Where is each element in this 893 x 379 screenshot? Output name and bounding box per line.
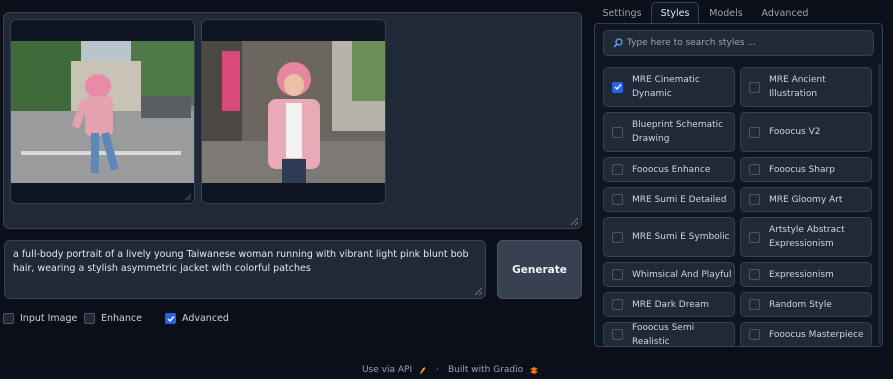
style-option[interactable]: Expressionism	[740, 262, 872, 287]
style-option[interactable]: Fooocus Sharp	[740, 157, 872, 182]
gallery-thumbnail-1[interactable]	[10, 19, 195, 204]
gradio-logo-icon	[530, 366, 539, 374]
style-label: Random Style	[769, 299, 832, 310]
style-option[interactable]: Artstyle Abstract Expressionism	[740, 217, 872, 257]
style-option[interactable]: Random Style	[740, 292, 872, 317]
check-icon	[167, 315, 175, 322]
tab-styles[interactable]: Styles	[651, 2, 699, 24]
enhance-checkbox[interactable]	[84, 313, 95, 324]
advanced-label: Advanced	[182, 313, 229, 324]
resize-handle-icon[interactable]	[474, 287, 483, 296]
style-checkbox[interactable]	[612, 299, 623, 310]
style-label: Expressionism	[769, 269, 834, 280]
style-checkbox[interactable]	[612, 81, 623, 93]
enhance-label: Enhance	[101, 313, 142, 324]
image-gallery	[3, 12, 582, 229]
style-option[interactable]: Fooocus Enhance	[603, 157, 735, 182]
style-option[interactable]: MRE Cinematic Dynamic	[603, 67, 735, 107]
gallery-thumbnail-2[interactable]	[201, 19, 386, 204]
rocket-icon	[420, 366, 426, 374]
use-via-api-link[interactable]: Use via API	[362, 365, 412, 375]
style-checkbox[interactable]	[749, 299, 760, 310]
style-option[interactable]: MRE Sumi E Detailed	[603, 187, 735, 212]
search-icon	[613, 38, 623, 48]
advanced-checkbox[interactable]	[165, 313, 176, 324]
style-checkbox[interactable]	[612, 164, 623, 175]
style-label: Fooocus Masterpiece	[769, 329, 864, 340]
advanced-option[interactable]: Advanced	[165, 313, 229, 324]
style-option[interactable]: Whimsical And Playful	[603, 262, 735, 287]
style-label: MRE Ancient Illustration	[769, 75, 826, 99]
style-label: Blueprint Schematic Drawing	[632, 120, 724, 144]
resize-handle-icon[interactable]	[570, 217, 579, 226]
style-checkbox[interactable]	[612, 269, 623, 280]
style-option[interactable]: Fooocus Semi Realistic	[603, 322, 735, 347]
style-checkbox[interactable]	[749, 81, 760, 93]
generated-image-2	[202, 41, 385, 183]
style-checkbox[interactable]	[749, 269, 760, 280]
prompt-input[interactable]: a full-body portrait of a lively young T…	[4, 240, 486, 299]
tab-models[interactable]: Models	[701, 2, 751, 24]
style-checkbox[interactable]	[612, 329, 623, 340]
style-label: MRE Dark Dream	[632, 299, 710, 310]
style-checkbox[interactable]	[749, 231, 760, 243]
style-label: Whimsical And Playful	[632, 269, 732, 280]
input-image-checkbox[interactable]	[3, 313, 14, 324]
style-label: Fooocus Sharp	[769, 164, 835, 175]
style-option[interactable]: Fooocus Masterpiece	[740, 322, 872, 346]
styles-panel: Type here to search styles ... MRE Cinem…	[594, 23, 883, 347]
style-checkbox[interactable]	[749, 194, 760, 205]
style-checkbox[interactable]	[612, 194, 623, 205]
style-checkbox[interactable]	[612, 231, 623, 243]
settings-tabs: Settings Styles Models Advanced	[595, 2, 893, 24]
style-option[interactable]: MRE Gloomy Art	[740, 187, 872, 212]
style-label: Fooocus Enhance	[632, 164, 711, 175]
prompt-text: a full-body portrait of a lively young T…	[13, 249, 469, 274]
tab-settings[interactable]: Settings	[595, 2, 649, 24]
style-search-placeholder: Type here to search styles ...	[627, 38, 757, 48]
style-checkbox[interactable]	[749, 126, 760, 138]
generate-button[interactable]: Generate	[497, 240, 582, 299]
style-search-input[interactable]: Type here to search styles ...	[603, 30, 874, 56]
style-label: MRE Gloomy Art	[769, 194, 843, 205]
style-label: Fooocus V2	[769, 127, 821, 137]
style-label: Fooocus Semi Realistic	[632, 322, 695, 347]
style-option[interactable]: MRE Ancient Illustration	[740, 67, 872, 107]
style-option[interactable]: Fooocus V2	[740, 112, 872, 152]
style-option[interactable]: Blueprint Schematic Drawing	[603, 112, 735, 152]
input-image-label: Input Image	[20, 313, 78, 324]
input-image-option[interactable]: Input Image	[3, 313, 77, 324]
built-with-gradio-link[interactable]: Built with Gradio	[448, 365, 523, 375]
style-label: Artstyle Abstract Expressionism	[769, 225, 845, 249]
footer-separator: ·	[436, 365, 439, 375]
style-label: MRE Sumi E Detailed	[632, 194, 727, 205]
generated-image-1	[11, 41, 194, 183]
tab-advanced[interactable]: Advanced	[755, 2, 815, 24]
style-checkbox[interactable]	[612, 126, 623, 138]
enhance-option[interactable]: Enhance	[84, 313, 142, 324]
scrollbar[interactable]	[878, 64, 881, 344]
check-icon	[614, 84, 622, 91]
style-label: MRE Sumi E Symbolic	[632, 232, 730, 242]
style-option[interactable]: MRE Dark Dream	[603, 292, 735, 317]
style-option[interactable]: MRE Sumi E Symbolic	[603, 217, 735, 257]
style-checkbox[interactable]	[749, 164, 760, 175]
style-checkbox[interactable]	[749, 329, 760, 340]
footer: Use via API · Built with Gradio	[362, 365, 539, 375]
style-label: MRE Cinematic Dynamic	[632, 75, 700, 99]
